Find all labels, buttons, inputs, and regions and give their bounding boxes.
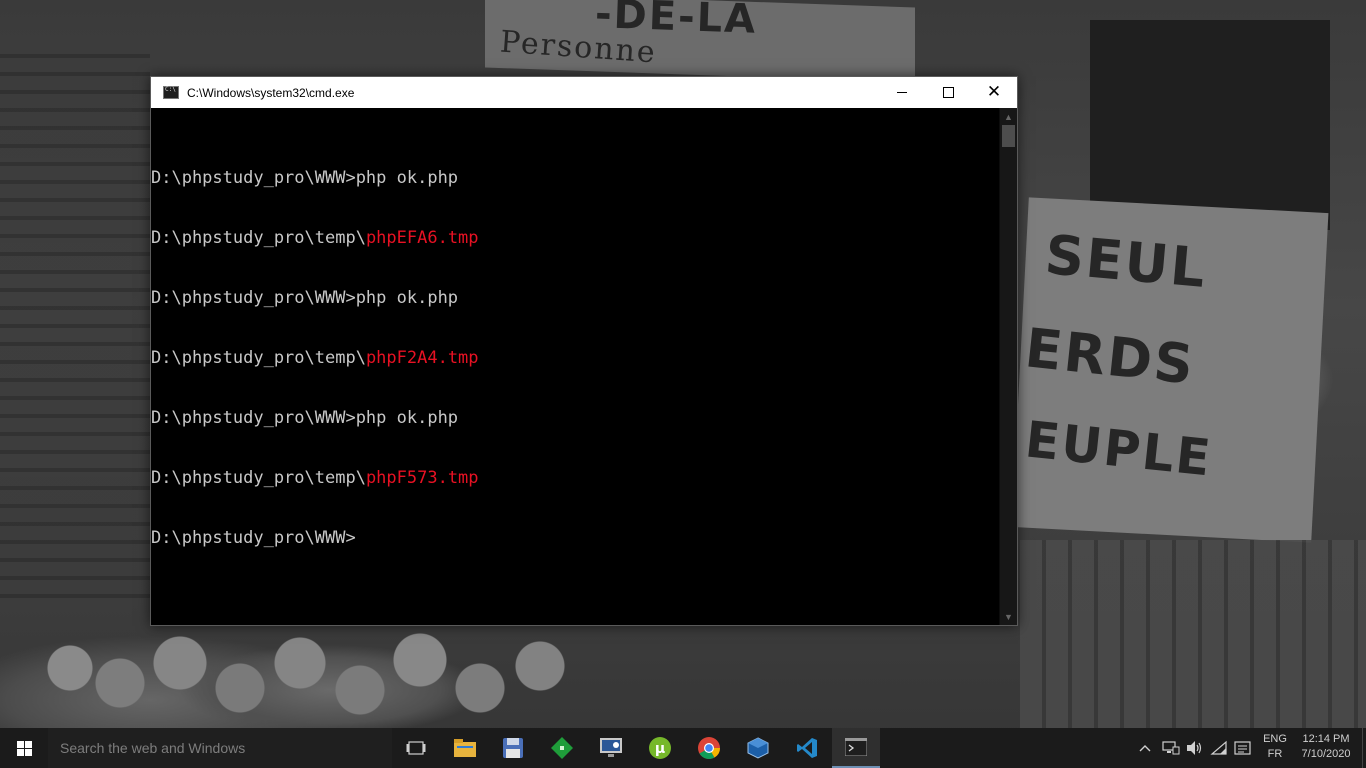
cmd-taskbar-button[interactable]: [832, 728, 880, 768]
close-button[interactable]: ✕: [971, 77, 1017, 108]
show-desktop-button[interactable]: [1362, 728, 1366, 768]
keyboard-icon: [1234, 741, 1251, 755]
console-line-text: D:\phpstudy_pro\temp\: [151, 228, 366, 248]
virtualbox-button[interactable]: [734, 728, 782, 768]
temp-filename: phpEFA6.tmp: [365, 228, 479, 248]
taskbar-search-input[interactable]: Search the web and Windows: [48, 728, 392, 768]
language-secondary: FR: [1267, 748, 1283, 760]
tray-chevron-button[interactable]: [1138, 728, 1152, 768]
volume-button[interactable]: [1186, 728, 1204, 768]
save-disk-button[interactable]: [489, 728, 537, 768]
language-indicator[interactable]: ENG FR: [1260, 732, 1290, 762]
task-view-icon: [406, 741, 426, 755]
virtualbox-icon: [747, 737, 769, 759]
console-prompt: D:\phpstudy_pro\WWW>: [151, 528, 356, 548]
scroll-thumb[interactable]: [1002, 125, 1015, 147]
clock[interactable]: 12:14 PM 7/10/2020: [1292, 732, 1360, 762]
task-view-button[interactable]: [392, 728, 440, 768]
keyboard-button[interactable]: [1234, 728, 1252, 768]
utorrent-icon: µ: [649, 737, 671, 759]
minimize-icon: [897, 92, 907, 93]
wallpaper-crates-left: [0, 40, 150, 600]
vertical-scrollbar[interactable]: ▲ ▼: [1000, 108, 1017, 625]
wifi-icon: [1210, 740, 1227, 755]
windows-logo-icon: [16, 740, 32, 756]
console-line: D:\phpstudy_pro\WWW>php ok.php: [151, 408, 999, 428]
language-primary: ENG: [1263, 733, 1287, 745]
remote-desktop-button[interactable]: [587, 728, 635, 768]
chrome-icon: [698, 737, 720, 759]
svg-text:µ: µ: [655, 741, 665, 757]
console-line: D:\phpstudy_pro\WWW>php ok.php: [151, 288, 999, 308]
cmd-icon: [845, 738, 867, 756]
window-titlebar[interactable]: C:\Windows\system32\cmd.exe ✕: [151, 77, 1017, 108]
close-icon: ✕: [986, 82, 1002, 102]
chevron-down-icon: ▼: [1004, 611, 1013, 622]
chrome-button[interactable]: [685, 728, 733, 768]
utorrent-button[interactable]: µ: [636, 728, 684, 768]
console-line: D:\phpstudy_pro\temp\phpF2A4.tmp: [151, 348, 999, 368]
wallpaper-dark-window: [1090, 20, 1330, 230]
vscode-icon: [797, 738, 817, 758]
temp-filename: phpF573.tmp: [365, 468, 479, 488]
temp-filename: phpF2A4.tmp: [365, 348, 479, 368]
volume-icon: [1187, 741, 1202, 755]
save-disk-icon: [503, 738, 523, 758]
console-line-text: D:\phpstudy_pro\temp\: [151, 348, 366, 368]
network-button[interactable]: [1162, 728, 1180, 768]
green-diamond-app-button[interactable]: [538, 728, 586, 768]
wallpaper-crates-bottom: [1020, 540, 1366, 730]
console-line-text: D:\phpstudy_pro\WWW>php ok.php: [151, 408, 459, 428]
green-diamond-app-icon: [551, 737, 573, 759]
console-line-text: D:\phpstudy_pro\WWW>php ok.php: [151, 288, 459, 308]
console-line: D:\phpstudy_pro\temp\phpF573.tmp: [151, 468, 999, 488]
cmd-window[interactable]: C:\Windows\system32\cmd.exe ✕ D:\phpstud…: [150, 76, 1018, 626]
start-button[interactable]: [0, 728, 48, 768]
chevron-up-icon: ▲: [1004, 111, 1013, 122]
clock-date: 7/10/2020: [1301, 748, 1351, 760]
scroll-up-button[interactable]: ▲: [1000, 108, 1017, 125]
remote-desktop-icon: [600, 738, 622, 757]
cmd-app-icon[interactable]: [163, 86, 179, 99]
console-output[interactable]: D:\phpstudy_pro\WWW>php ok.php D:\phpstu…: [151, 108, 999, 625]
console-line: D:\phpstudy_pro\temp\phpEFA6.tmp: [151, 228, 999, 248]
file-explorer-icon: [454, 739, 476, 757]
wallpaper-melons: [40, 628, 600, 728]
maximize-icon: [942, 87, 954, 98]
search-placeholder: Search the web and Windows: [60, 740, 246, 756]
clock-time: 12:14 PM: [1302, 733, 1350, 745]
window-title: C:\Windows\system32\cmd.exe: [187, 85, 355, 100]
vscode-button[interactable]: [783, 728, 831, 768]
chevron-up-icon: [1139, 745, 1151, 752]
maximize-button[interactable]: [925, 77, 971, 108]
minimize-button[interactable]: [879, 77, 925, 108]
window-controls: ✕: [879, 77, 1017, 108]
network-icon: [1162, 741, 1180, 755]
console-line-text: D:\phpstudy_pro\temp\: [151, 468, 366, 488]
wifi-button[interactable]: [1210, 728, 1228, 768]
file-explorer-button[interactable]: [441, 728, 489, 768]
console-line-text: D:\phpstudy_pro\WWW>php ok.php: [151, 168, 459, 188]
scroll-down-button[interactable]: ▼: [1000, 608, 1017, 625]
taskbar: Search the web and Windows µ ENG FR 12:1…: [0, 728, 1366, 768]
console-line: D:\phpstudy_pro\WWW>php ok.php: [151, 168, 999, 188]
console-prompt-line[interactable]: D:\phpstudy_pro\WWW>: [151, 528, 999, 548]
